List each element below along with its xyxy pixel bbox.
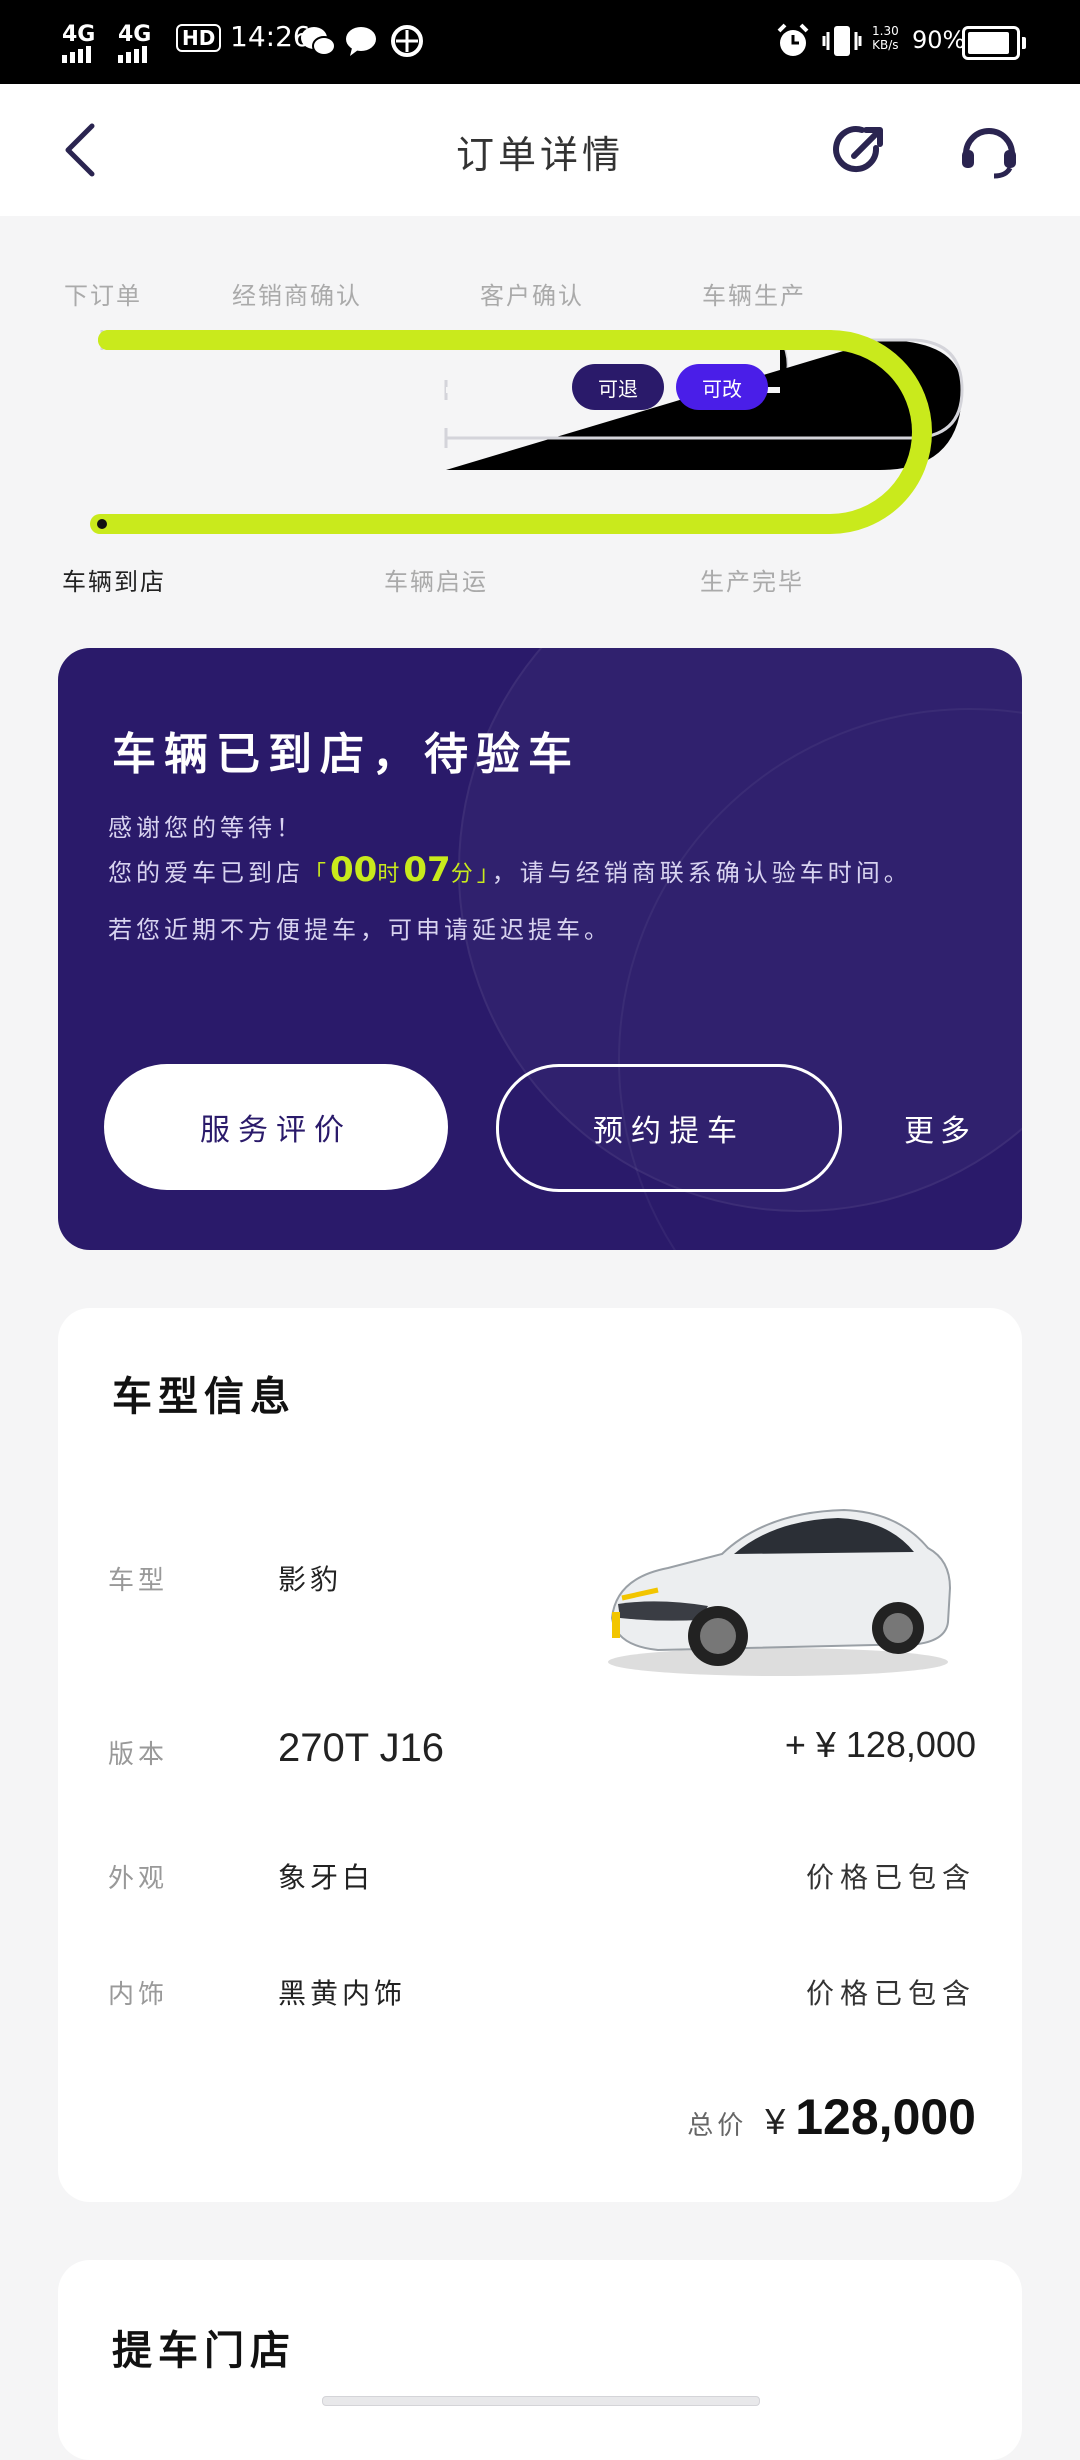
battery-percent: 90% — [912, 26, 966, 54]
battery-fill — [968, 32, 1010, 54]
step-place-order: 下订单 — [64, 282, 142, 310]
more-button[interactable]: 更多 — [904, 1106, 976, 1150]
version-price: + ¥ 128,000 — [784, 1724, 976, 1765]
total-price: 128,000 — [795, 2089, 976, 2145]
step-dealer-confirm: 经销商确认 — [232, 282, 362, 310]
network-speed-unit: KB/s — [872, 38, 899, 52]
app-header: 订单详情 — [0, 84, 1080, 216]
china-mobile-icon — [391, 25, 423, 57]
page-title: 订单详情 — [455, 133, 624, 177]
network-label-1: 4G — [62, 22, 96, 47]
step-production-done: 生产完毕 — [700, 568, 804, 596]
message-icon — [346, 27, 376, 56]
step-vehicle-shipped: 车辆启运 — [384, 568, 488, 596]
step-arrived-at-store: 车辆到店 — [62, 568, 166, 596]
status-bar: 4G 4G HD 14:26 1.30 KB/s 90% — [0, 0, 1080, 84]
schedule-pickup-button[interactable]: 预约提车 — [496, 1064, 842, 1192]
total-price-row: 总价 ¥ 128,000 — [687, 2088, 976, 2146]
total-currency: ¥ — [765, 2101, 786, 2142]
countdown-minutes: 07 — [403, 850, 451, 890]
pill-modifiable: 可改 — [676, 364, 768, 410]
step-customer-confirm: 客户确认 — [480, 282, 584, 310]
interior-label: 内饰 — [108, 1980, 169, 2010]
version-value: 270T J16 — [278, 1726, 445, 1770]
interior-value: 黑黄内饰 — [278, 1977, 407, 2010]
model-label: 车型 — [108, 1566, 169, 1596]
model-value: 影豹 — [278, 1563, 343, 1596]
signal-icon — [62, 46, 91, 63]
battery-icon — [962, 26, 1026, 60]
exterior-value: 象牙白 — [278, 1861, 375, 1894]
step-vehicle-production: 车辆生产 — [702, 282, 806, 310]
share-icon[interactable] — [830, 120, 890, 180]
interior-price-note: 价格已包含 — [805, 1977, 976, 2010]
service-evaluation-button[interactable]: 服务评价 — [104, 1064, 448, 1190]
order-status-card: 车辆已到店，待验车 感谢您的等待！ 您的爱车已到店「00时07分」，请与经销商联… — [58, 648, 1022, 1250]
vehicle-info-card: 车型信息 车型 影豹 版本 270T J16 + ¥ 128,000 外观 象牙… — [58, 1308, 1022, 2202]
wechat-icon — [301, 27, 336, 56]
home-indicator[interactable] — [322, 2396, 760, 2406]
clock: 14:26 — [230, 20, 311, 53]
car-image — [608, 1508, 952, 1676]
total-label: 总价 — [687, 2111, 748, 2141]
hd-badge: HD — [176, 24, 222, 52]
order-progress: 下订单 经销商确认 客户确认 车辆生产 可退 可改 车辆到店 车辆启运 生产完毕 — [0, 216, 1080, 616]
alarm-icon — [777, 23, 809, 56]
thanks-text: 感谢您的等待！ — [108, 814, 304, 842]
network-speed: 1.30 — [872, 24, 899, 38]
pickup-store-title: 提车门店 — [112, 2328, 296, 2374]
countdown-hours: 00 — [330, 850, 378, 890]
version-label: 版本 — [108, 1740, 169, 1770]
status-title: 车辆已到店，待验车 — [112, 729, 580, 780]
exterior-price-note: 价格已包含 — [805, 1861, 976, 1894]
pickup-store-card: 提车门店 — [58, 2260, 1022, 2460]
vibrate-icon — [822, 26, 862, 56]
customer-service-icon[interactable] — [958, 120, 1020, 180]
exterior-label: 外观 — [108, 1864, 169, 1894]
arrival-text: 您的爱车已到店「00时07分」，请与经销商联系确认验车时间。 — [108, 850, 912, 890]
vehicle-info-title: 车型信息 — [112, 1374, 296, 1420]
pill-refundable: 可退 — [572, 364, 664, 410]
signal-icon-2 — [118, 46, 147, 63]
delay-text: 若您近期不方便提车，可申请延迟提车。 — [108, 916, 612, 944]
network-label-2: 4G — [118, 22, 152, 47]
